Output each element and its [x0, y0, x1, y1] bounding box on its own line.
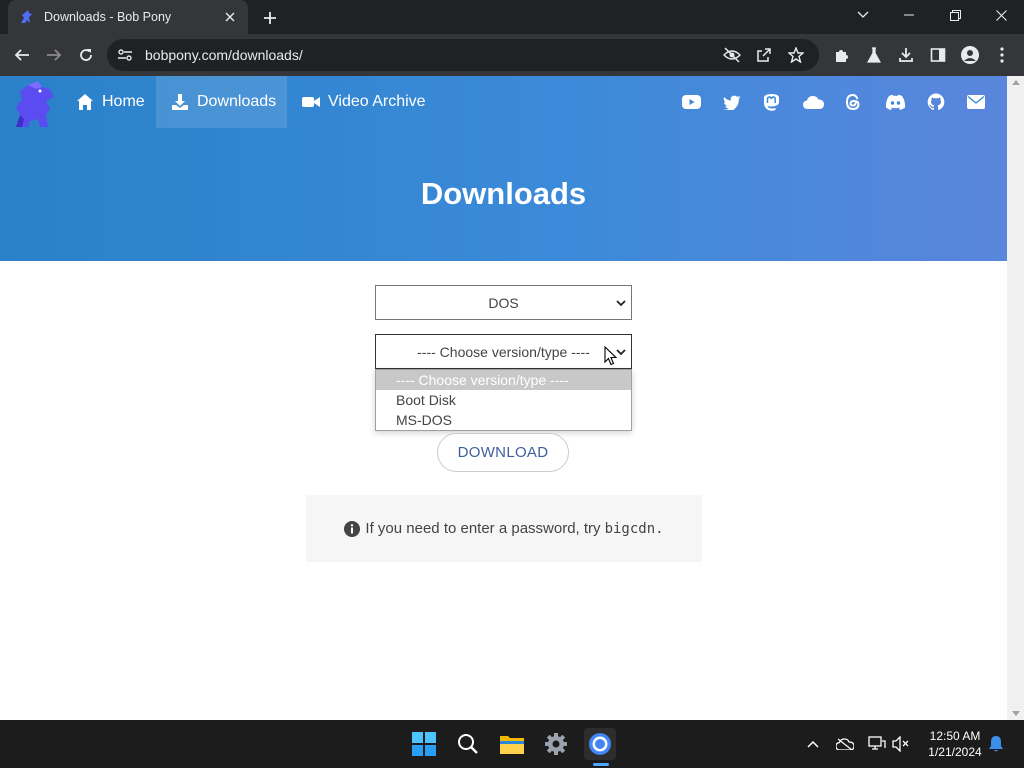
close-window-icon[interactable]: [978, 0, 1024, 30]
address-bar[interactable]: bobpony.com/downloads/: [107, 39, 819, 71]
search-icon[interactable]: [452, 728, 484, 760]
volume-muted-icon[interactable]: [891, 734, 911, 754]
url-text[interactable]: bobpony.com/downloads/: [145, 47, 303, 63]
hero-banner: Home Downloads Video Archive Downloads: [0, 76, 1007, 261]
tab-search-chevron-icon[interactable]: [840, 0, 886, 30]
twitter-icon[interactable]: [722, 93, 742, 111]
site-info-icon[interactable]: [115, 45, 135, 65]
bookmark-star-icon[interactable]: [785, 45, 807, 65]
side-panel-icon[interactable]: [925, 42, 951, 68]
forward-arrow-icon[interactable]: [41, 42, 67, 68]
clock-time: 12:50 AM: [929, 729, 981, 743]
github-icon[interactable]: [926, 93, 946, 111]
clock-date: 1/21/2024: [928, 745, 982, 759]
eye-off-icon[interactable]: [721, 45, 743, 65]
version-select[interactable]: ---- Choose version/type ----: [375, 334, 632, 369]
download-icon[interactable]: [893, 42, 919, 68]
mouse-cursor-icon: [604, 346, 618, 366]
notification-bell-icon[interactable]: [986, 734, 1006, 754]
bobpony-logo[interactable]: [10, 79, 62, 131]
home-icon: [76, 93, 94, 111]
nav-downloads[interactable]: Downloads: [156, 76, 287, 128]
cloud-icon[interactable]: [802, 93, 824, 111]
restore-icon[interactable]: [932, 0, 978, 30]
nav-video-archive-label: Video Archive: [328, 93, 426, 110]
version-dropdown-list: ---- Choose version/type ---- Boot Disk …: [375, 369, 632, 431]
extensions-puzzle-icon[interactable]: [829, 42, 855, 68]
nav-downloads-label: Downloads: [197, 93, 277, 110]
browser-tab[interactable]: Downloads - Bob Pony: [8, 0, 248, 34]
version-option[interactable]: ---- Choose version/type ----: [376, 370, 631, 390]
labs-flask-icon[interactable]: [861, 42, 887, 68]
windows-start-icon[interactable]: [408, 728, 440, 760]
version-option[interactable]: MS-DOS: [376, 410, 631, 430]
os-select[interactable]: DOS: [375, 285, 632, 320]
mail-icon[interactable]: [966, 93, 986, 111]
network-icon[interactable]: [867, 734, 887, 754]
download-button[interactable]: DOWNLOAD: [437, 433, 569, 472]
tab-title: Downloads - Bob Pony: [44, 10, 172, 24]
download-icon: [171, 93, 189, 111]
tab-close-icon[interactable]: [222, 9, 238, 25]
active-app-indicator: [593, 763, 609, 766]
file-explorer-icon[interactable]: [496, 728, 528, 760]
info-icon: [344, 520, 361, 537]
reload-icon[interactable]: [73, 42, 99, 68]
nav-home[interactable]: Home: [76, 76, 155, 128]
youtube-icon[interactable]: [681, 93, 701, 111]
discord-icon[interactable]: [884, 93, 906, 111]
page-title: Downloads: [420, 176, 587, 211]
new-tab-icon[interactable]: [259, 7, 281, 29]
version-option[interactable]: Boot Disk: [376, 390, 631, 410]
browser-toolbar: bobpony.com/downloads/: [0, 34, 1024, 76]
scroll-down-arrow-icon[interactable]: [1012, 711, 1020, 716]
scroll-up-arrow-icon[interactable]: [1012, 80, 1020, 85]
version-select-value: ---- Choose version/type ----: [417, 343, 590, 360]
page-viewport: Home Downloads Video Archive Downloads D…: [0, 76, 1007, 720]
mastodon-icon[interactable]: [761, 93, 781, 111]
tray-chevron-up-icon[interactable]: [803, 734, 823, 754]
profile-avatar-icon[interactable]: [957, 42, 983, 68]
windows-taskbar: 12:50 AM 1/21/2024: [0, 720, 1024, 768]
password-note-text: If you need to enter a password, try: [365, 520, 601, 537]
nav-home-label: Home: [102, 93, 145, 110]
menu-kebab-icon[interactable]: [989, 42, 1015, 68]
nav-video-archive[interactable]: Video Archive: [302, 76, 426, 128]
settings-gear-icon[interactable]: [540, 728, 572, 760]
video-camera-icon: [302, 93, 320, 111]
password-value: bigcdn.: [604, 520, 664, 537]
tab-strip: Downloads - Bob Pony: [0, 0, 1024, 34]
share-icon[interactable]: [753, 45, 775, 65]
bobpony-favicon-icon: [18, 9, 34, 25]
onedrive-cloud-icon[interactable]: [835, 734, 855, 754]
threads-icon[interactable]: [843, 93, 863, 111]
site-navbar: Home Downloads Video Archive: [0, 76, 1007, 131]
os-select-value: DOS: [488, 294, 519, 311]
minimize-icon[interactable]: [886, 0, 932, 30]
page-scrollbar[interactable]: [1007, 76, 1024, 720]
password-note: If you need to enter a password, try big…: [306, 495, 702, 562]
chevron-down-icon: [616, 300, 626, 307]
system-clock[interactable]: 12:50 AM 1/21/2024: [920, 728, 990, 760]
chrome-taskbar-icon[interactable]: [584, 728, 616, 760]
back-arrow-icon[interactable]: [9, 42, 35, 68]
